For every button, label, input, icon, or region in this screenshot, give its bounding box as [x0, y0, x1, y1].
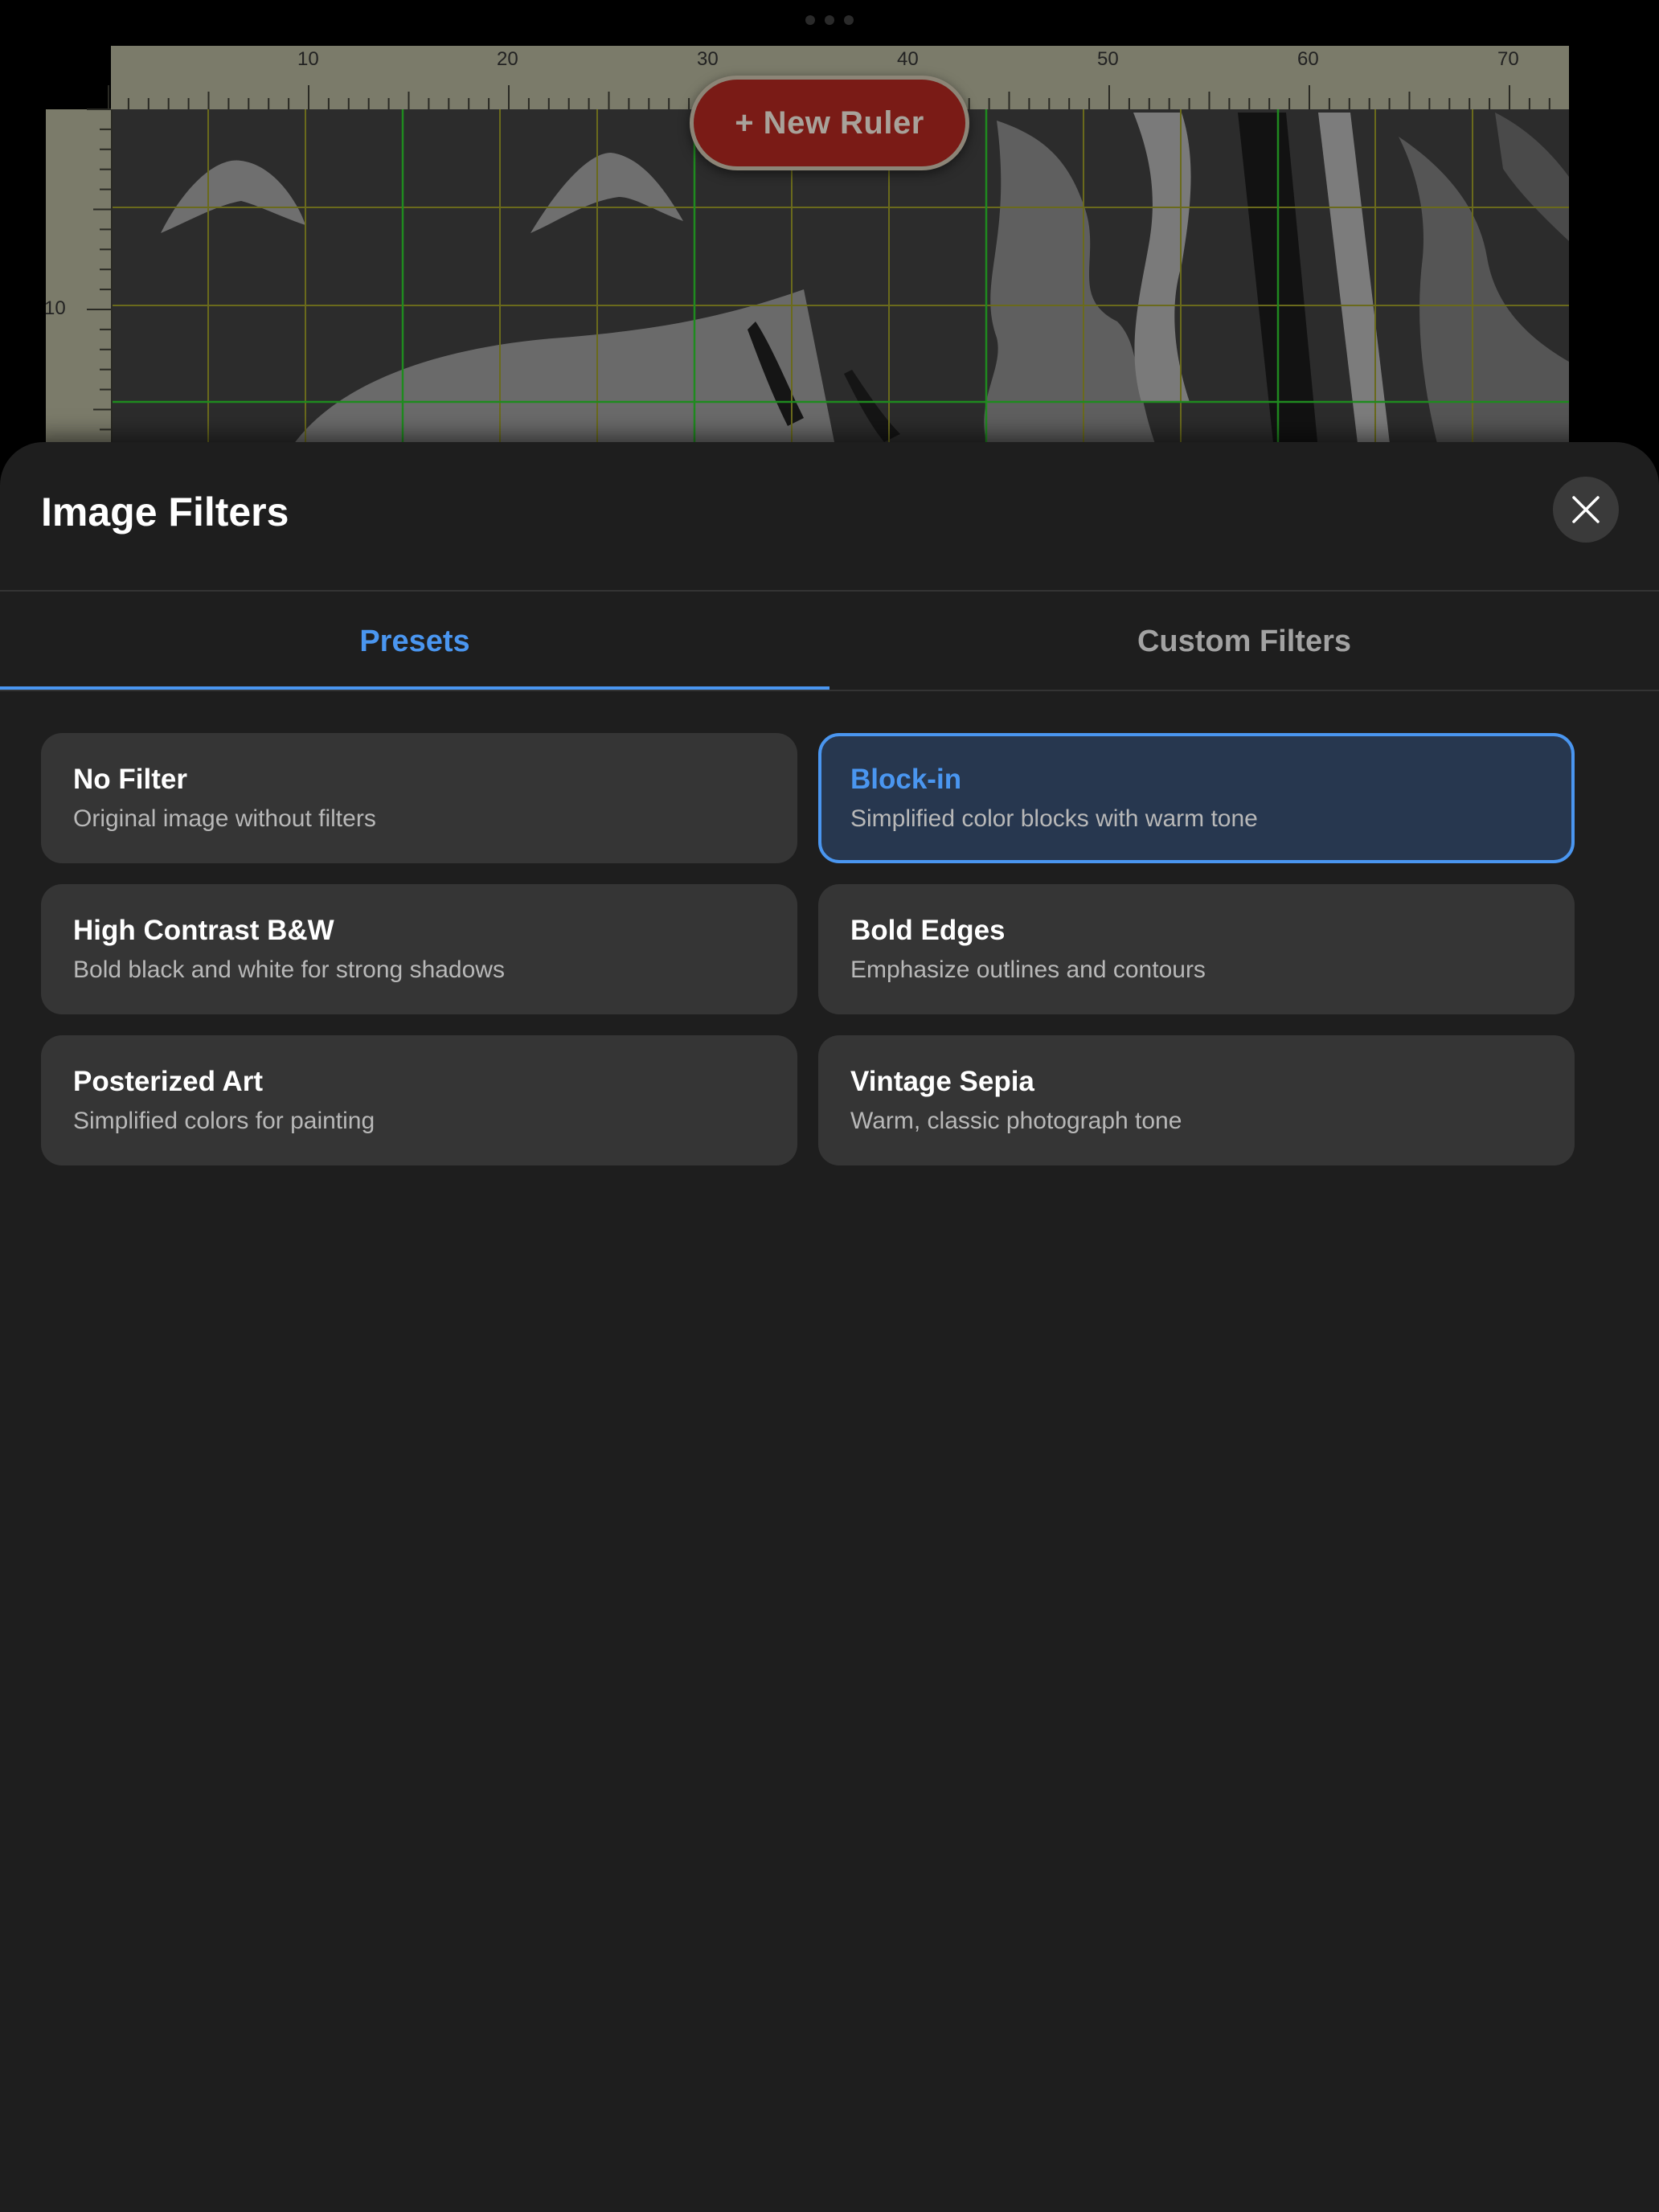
- tab-divider: [0, 690, 1659, 691]
- ruler-tick-label: 50: [1097, 48, 1119, 70]
- image-filters-sheet: Image Filters Presets Custom Filters No …: [0, 442, 1659, 2212]
- sheet-title: Image Filters: [41, 490, 289, 535]
- filter-tabs: Presets Custom Filters: [0, 592, 1659, 691]
- preset-title: Bold Edges: [850, 915, 1006, 946]
- preset-title: High Contrast B&W: [73, 915, 334, 946]
- close-button[interactable]: [1553, 477, 1619, 543]
- preset-card-no-filter[interactable]: No Filter Original image without filters: [41, 733, 797, 863]
- preset-card-bold-edges[interactable]: Bold Edges Emphasize outlines and contou…: [818, 884, 1575, 1014]
- close-icon: [1572, 496, 1600, 523]
- tab-custom-filters[interactable]: Custom Filters: [830, 592, 1659, 691]
- image-canvas[interactable]: 10 20 30 40 50 60 70 10 + New Ruler: [0, 0, 1659, 450]
- preset-title: Posterized Art: [73, 1066, 263, 1097]
- preset-description: Simplified colors for painting: [73, 1108, 375, 1134]
- preset-title: Block-in: [850, 764, 962, 795]
- app-screen: 10 20 30 40 50 60 70 10 + New Ruler Imag…: [0, 0, 1659, 2212]
- preset-card-posterized-art[interactable]: Posterized Art Simplified colors for pai…: [41, 1035, 797, 1165]
- preset-description: Original image without filters: [73, 805, 376, 832]
- preset-description: Simplified color blocks with warm tone: [850, 805, 1258, 832]
- new-ruler-button[interactable]: + New Ruler: [690, 76, 969, 170]
- ruler-tick-label: 10: [44, 297, 66, 319]
- preset-description: Emphasize outlines and contours: [850, 956, 1206, 983]
- ruler-tick-label: 60: [1297, 48, 1319, 70]
- preset-description: Bold black and white for strong shadows: [73, 956, 505, 983]
- ruler-tick-label: 70: [1497, 48, 1519, 70]
- preset-title: No Filter: [73, 764, 187, 795]
- canvas-image-with-grid: [46, 46, 1569, 450]
- preset-card-vintage-sepia[interactable]: Vintage Sepia Warm, classic photograph t…: [818, 1035, 1575, 1165]
- ruler-tick-label: 20: [497, 48, 518, 70]
- ruler-tick-label: 40: [897, 48, 919, 70]
- preset-card-block-in[interactable]: Block-in Simplified color blocks with wa…: [818, 733, 1575, 863]
- preset-card-high-contrast-bw[interactable]: High Contrast B&W Bold black and white f…: [41, 884, 797, 1014]
- preset-grid: No Filter Original image without filters…: [41, 733, 1575, 1165]
- ruler-tick-label: 10: [297, 48, 319, 70]
- tab-presets[interactable]: Presets: [0, 592, 830, 691]
- ruler-tick-label: 30: [697, 48, 719, 70]
- preset-description: Warm, classic photograph tone: [850, 1108, 1182, 1134]
- preset-title: Vintage Sepia: [850, 1066, 1034, 1097]
